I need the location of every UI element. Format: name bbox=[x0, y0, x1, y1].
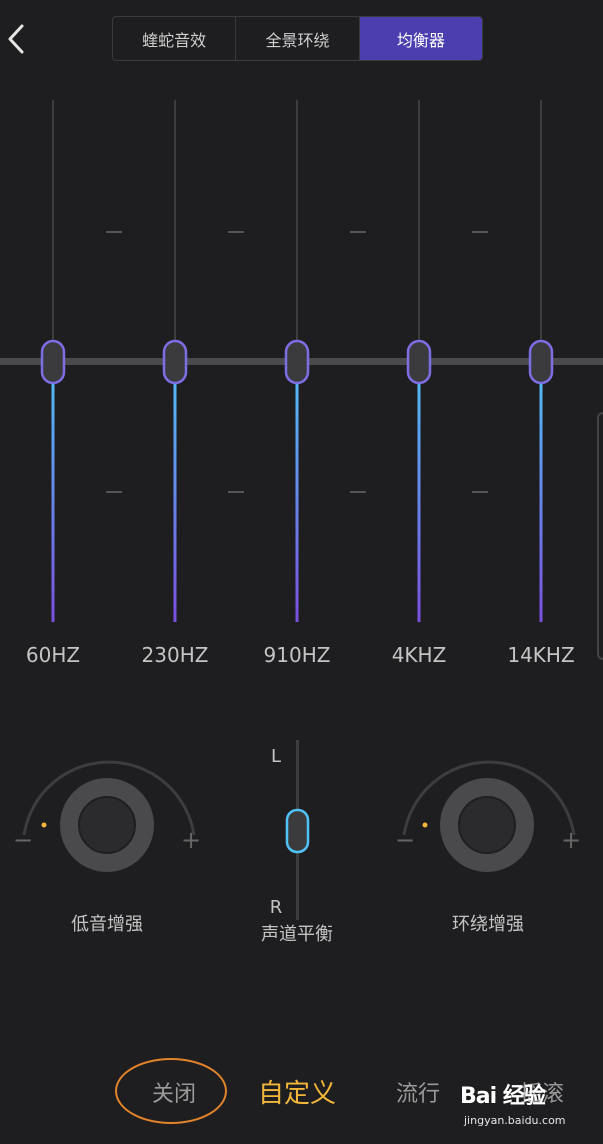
preset-custom[interactable]: 自定义 bbox=[258, 1073, 336, 1110]
band-label-60hz: 60HZ bbox=[25, 643, 81, 667]
baidu-watermark: Bai 经验 jingyan.baidu.com bbox=[460, 1074, 600, 1134]
band-thumb-4khz[interactable] bbox=[406, 339, 432, 385]
annotation-circle bbox=[115, 1058, 227, 1124]
bass-boost-label: 低音增强 bbox=[71, 914, 143, 935]
band-fill-230hz bbox=[173, 362, 177, 622]
band-thumb-14khz[interactable] bbox=[528, 339, 554, 385]
surround-plus-label: + bbox=[560, 826, 582, 854]
bass-minus-label: − bbox=[12, 826, 34, 854]
band-fill-4khz bbox=[417, 362, 421, 622]
band-label-14khz: 14KHZ bbox=[507, 643, 575, 667]
surround-minus-label: − bbox=[394, 826, 416, 854]
band-thumb-230hz[interactable] bbox=[162, 339, 188, 385]
bass-knob[interactable] bbox=[10, 735, 210, 875]
band-label-910hz: 910HZ bbox=[263, 643, 331, 667]
band-fill-14khz bbox=[539, 362, 543, 622]
band-fill-60hz bbox=[51, 362, 55, 622]
balance-left-label: L bbox=[270, 746, 282, 767]
surround-boost-label: 环绕增强 bbox=[452, 914, 524, 935]
band-label-4khz: 4KHZ bbox=[391, 643, 447, 667]
scroll-edge-indicator bbox=[597, 412, 603, 660]
band-thumb-910hz[interactable] bbox=[284, 339, 310, 385]
channel-balance-label: 声道平衡 bbox=[261, 924, 333, 945]
band-label-230hz: 230HZ bbox=[141, 643, 209, 667]
balance-slider[interactable] bbox=[270, 740, 330, 920]
equalizer-graph bbox=[0, 100, 603, 622]
watermark-brand: Bai 经验 bbox=[460, 1084, 546, 1109]
watermark-url: jingyan.baidu.com bbox=[464, 1114, 566, 1127]
surround-knob[interactable] bbox=[390, 735, 590, 875]
equalizer-panel: 60HZ 230HZ 910HZ 4KHZ 14KHZ bbox=[0, 0, 603, 680]
bass-plus-label: + bbox=[180, 826, 202, 854]
balance-right-label: R bbox=[269, 897, 283, 918]
preset-pop[interactable]: 流行 bbox=[396, 1076, 440, 1108]
band-thumb-60hz[interactable] bbox=[40, 339, 66, 385]
band-fill-910hz bbox=[295, 362, 299, 622]
